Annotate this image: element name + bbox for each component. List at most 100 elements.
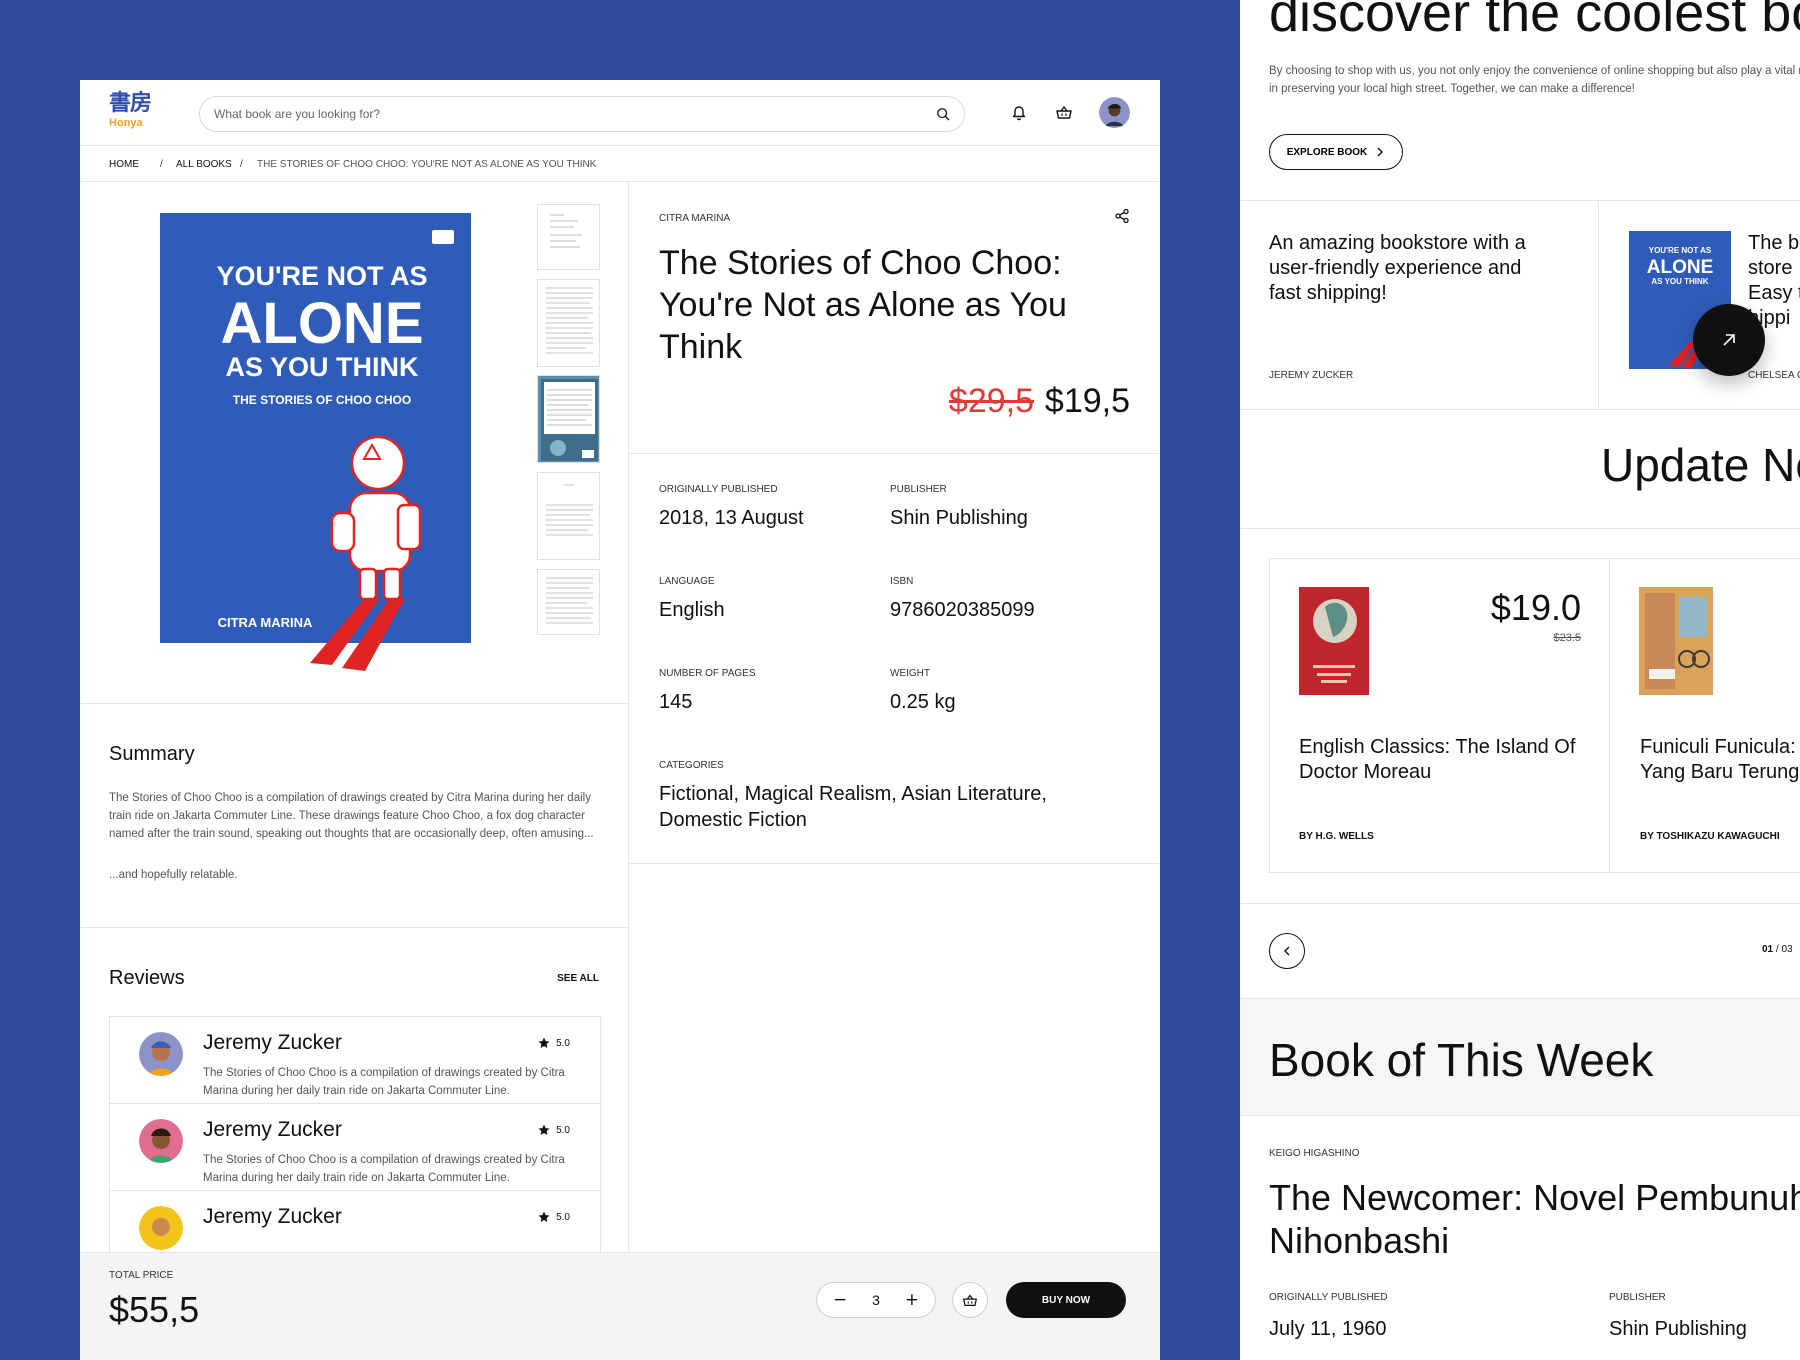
thumbnail-page-2[interactable]: [537, 279, 600, 367]
cover-subtitle: THE STORIES OF CHOO CHOO: [233, 393, 411, 407]
published-value: 2018, 13 August: [659, 507, 804, 529]
rating-value: 5.0: [556, 1211, 570, 1223]
featured-publisher-label: PUBLISHER: [1609, 1292, 1666, 1303]
buy-now-button[interactable]: BUY NOW: [1006, 1282, 1126, 1318]
thumb-cover-line2: ALONE: [1647, 257, 1714, 278]
total-price-label: TOTAL PRICE: [109, 1270, 174, 1281]
rating-value: 5.0: [556, 1124, 570, 1136]
categories-label: CATEGORIES: [659, 760, 724, 771]
reviewer-avatar: [139, 1206, 183, 1250]
chevron-left-icon: [1284, 946, 1290, 956]
reviewer-name: Jeremy Zucker: [203, 1118, 342, 1141]
review-card: Jeremy Zucker 5.0 The Stories of Choo Ch…: [109, 1016, 601, 1116]
update-section-title: Update Ne: [1601, 439, 1800, 491]
share-icon[interactable]: [1114, 208, 1130, 224]
hero-description: By choosing to shop with us, you not onl…: [1269, 65, 1800, 95]
breadcrumb-home[interactable]: HOME: [109, 159, 139, 170]
language-value: English: [659, 599, 725, 621]
basket-icon: [963, 1294, 977, 1307]
star-icon: [538, 1124, 550, 1135]
summary-paragraph: The Stories of Choo Choo is a compilatio…: [109, 792, 594, 840]
summary-section: Summary The Stories of Choo Choo is a co…: [80, 704, 628, 928]
search-input[interactable]: [214, 97, 904, 131]
add-to-cart-button[interactable]: [952, 1282, 988, 1318]
review-text: The Stories of Choo Choo is a compilatio…: [203, 1154, 565, 1184]
basket-icon[interactable]: [1054, 102, 1074, 122]
pages-value: 145: [659, 691, 693, 713]
featured-book-title: The Newcomer: Novel Pembunuh Nihonbashi: [1269, 1177, 1800, 1261]
book-card[interactable]: $19.0 $23.5 English Classics: The Island…: [1269, 558, 1610, 873]
star-icon: [538, 1211, 550, 1222]
reviewer-name: Jeremy Zucker: [203, 1031, 342, 1054]
summary-paragraph-continued: ...and hopefully relatable.: [109, 869, 238, 881]
thumbnail-page-5[interactable]: [537, 569, 600, 635]
book-cover-image[interactable]: YOU'RE NOT AS ALONE AS YOU THINK THE STO…: [160, 213, 471, 681]
logo-kanji: 書房: [109, 91, 152, 116]
see-all-reviews-link[interactable]: SEE ALL: [557, 973, 599, 984]
reviews-heading: Reviews: [109, 967, 185, 989]
divider: [1240, 528, 1800, 529]
summary-heading: Summary: [109, 743, 195, 765]
logo-wordmark: Honya: [109, 117, 143, 129]
book-of-the-week-title: Book of This Week: [1269, 1034, 1654, 1086]
chevron-right-icon: [1377, 147, 1384, 157]
breadcrumb-separator: /: [160, 159, 163, 170]
book-detail-window: 書房 Honya HOME / ALL BOOKS / THE STORIES …: [80, 80, 1160, 1360]
page-indicator: 01 / 03: [1762, 944, 1793, 955]
reviewer-avatar: [139, 1119, 183, 1163]
book-card-author: BY H.G. WELLS: [1299, 831, 1374, 842]
user-avatar[interactable]: [1099, 97, 1130, 128]
categories-value: Fictional, Magical Realism, Asian Litera…: [659, 783, 1047, 831]
search-icon[interactable]: [936, 107, 950, 121]
thumbnail-page-3[interactable]: [537, 375, 600, 463]
published-label: ORIGINALLY PUBLISHED: [659, 484, 778, 495]
thumbnail-page-4[interactable]: [537, 472, 600, 560]
testimonial-author: JEREMY ZUCKER: [1269, 370, 1354, 381]
right-column: CITRA MARINA The Stories of Choo Choo: Y…: [629, 182, 1160, 1360]
breadcrumb-all-books[interactable]: ALL BOOKS: [176, 159, 232, 170]
explore-book-label: EXPLORE BOOK: [1286, 146, 1368, 158]
review-rating: 5.0: [538, 1211, 570, 1223]
star-icon: [538, 1037, 550, 1048]
weight-value: 0.25 kg: [890, 691, 956, 713]
quantity-value[interactable]: 3: [872, 1292, 880, 1308]
publisher-label: PUBLISHER: [890, 484, 947, 495]
breadcrumb: HOME / ALL BOOKS / THE STORIES OF CHOO C…: [80, 146, 1160, 182]
book-card-old-price: $23.5: [1553, 632, 1581, 644]
cover-title-line3: AS YOU THINK: [225, 352, 419, 382]
reviewer-name: Jeremy Zucker: [203, 1205, 342, 1228]
book-title: The Stories of Choo Choo: You're Not as …: [659, 244, 1067, 366]
quantity-stepper: − 3 +: [816, 1282, 936, 1318]
increase-quantity-button[interactable]: +: [905, 1290, 919, 1310]
book-card[interactable]: Funiculi Funicula: Yang Baru Terung BY T…: [1611, 558, 1800, 873]
book-card-cover: [1639, 587, 1713, 695]
book-card-price: $19.0: [1490, 587, 1581, 628]
book-card-title: English Classics: The Island Of Doctor M…: [1299, 736, 1576, 783]
explore-book-button[interactable]: EXPLORE BOOK: [1269, 134, 1403, 170]
book-card-cover: [1299, 587, 1369, 695]
decrease-quantity-button[interactable]: −: [833, 1290, 847, 1310]
divider: [1240, 903, 1800, 904]
cover-gallery: YOU'RE NOT AS ALONE AS YOU THINK THE STO…: [80, 182, 628, 704]
review-card: Jeremy Zucker 5.0 The Stories of Choo Ch…: [109, 1103, 601, 1203]
breadcrumb-current: THE STORIES OF CHOO CHOO: YOU'RE NOT AS …: [257, 159, 597, 170]
total-pages: / 03: [1775, 944, 1793, 955]
previous-page-button[interactable]: [1269, 933, 1305, 969]
homepage-preview-panel: discover the coolest bo By choosing to s…: [1240, 0, 1800, 1360]
weight-label: WEIGHT: [890, 668, 930, 679]
isbn-value: 9786020385099: [890, 599, 1035, 621]
featured-book-author[interactable]: KEIGO HIGASHINO: [1269, 1148, 1360, 1159]
featured-published-value: July 11, 1960: [1269, 1318, 1387, 1340]
featured-publisher-value: Shin Publishing: [1609, 1318, 1747, 1340]
honya-logo[interactable]: 書房 Honya: [109, 92, 155, 136]
testimonial-quote: An amazing bookstore with a user-friendl…: [1269, 232, 1526, 304]
thumbnail-page-1[interactable]: [537, 204, 600, 270]
arrow-up-right-icon: [1723, 334, 1735, 346]
breadcrumb-separator: /: [240, 159, 243, 170]
book-author[interactable]: CITRA MARINA: [659, 213, 730, 224]
featured-published-label: ORIGINALLY PUBLISHED: [1269, 1292, 1388, 1303]
bell-icon[interactable]: [1009, 102, 1029, 122]
hero-title: discover the coolest bo: [1269, 0, 1800, 43]
cover-title-line2: ALONE: [221, 291, 424, 356]
open-testimonial-button[interactable]: [1693, 304, 1765, 376]
